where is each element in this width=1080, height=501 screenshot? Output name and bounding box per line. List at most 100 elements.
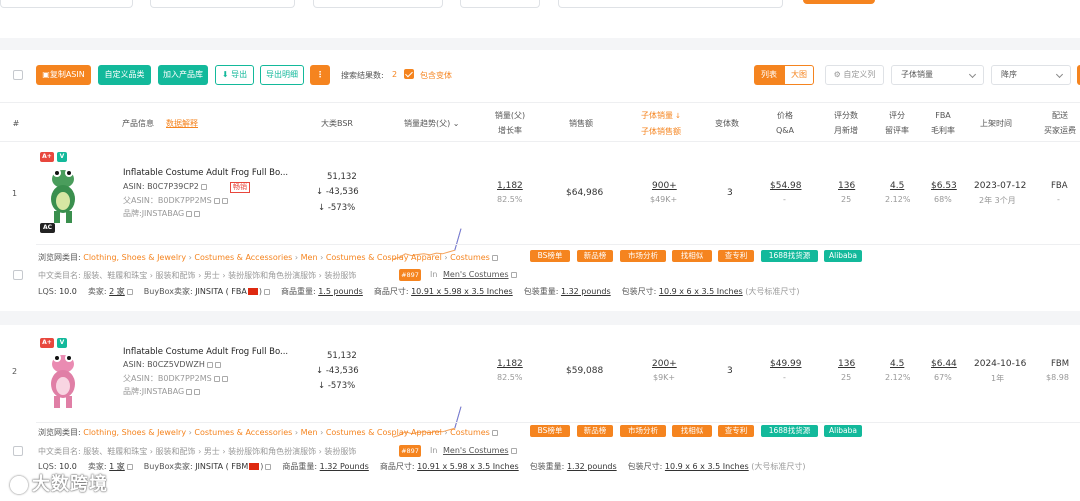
brand[interactable]: 品牌:JINSTABAG	[123, 208, 201, 219]
breadcrumb: Clothing, Shoes & Jewelry	[83, 428, 187, 437]
listed-date: 2024-10-16	[974, 359, 1027, 369]
rank-category[interactable]: Men's Costumes	[443, 446, 517, 455]
col-listed: 上架时间	[980, 119, 1012, 128]
add-to-library-button[interactable]: 加入产品库	[158, 65, 208, 85]
custom-category-button[interactable]: 自定义品类	[98, 65, 151, 85]
view-list-button[interactable]: 列表	[754, 65, 784, 85]
child-revenue: $49K+	[650, 195, 678, 204]
detail-line: LQS: 10.0 卖家: 2 家 BuyBox卖家: JINSITA ( FBA)…	[38, 287, 800, 296]
include-variants-checkbox[interactable]	[404, 69, 414, 79]
detail-line: LQS: 10.0 卖家: 1 家 BuyBox卖家: JINSITA ( FBM)…	[38, 462, 806, 471]
tag-bs-list[interactable]: BS榜单	[530, 250, 570, 262]
tag-alibaba[interactable]: Alibaba	[824, 250, 862, 262]
data-explain-link[interactable]: 数据解释	[166, 116, 198, 131]
sparkline-latest-segment	[454, 228, 462, 251]
tag-market-analysis[interactable]: 市场分析	[620, 250, 666, 262]
asin: ASIN: B0C7P39CP2	[123, 182, 207, 191]
col-sales-trend[interactable]: 销量趋势(父) ⌄	[404, 116, 460, 131]
tag-alibaba[interactable]: Alibaba	[824, 425, 862, 437]
sales-value[interactable]: 1,182	[497, 181, 523, 191]
col-index: #	[12, 119, 20, 128]
tag-new-list[interactable]: 新品榜	[577, 425, 613, 437]
revenue-value: $64,986	[566, 188, 604, 198]
more-button[interactable]: ⋮	[310, 65, 330, 85]
tag-patent[interactable]: 查专利	[718, 250, 754, 262]
rating[interactable]: 4.5	[890, 359, 904, 369]
tag-market-analysis[interactable]: 市场分析	[620, 425, 666, 437]
sort-field-select[interactable]: 子体销量	[891, 65, 984, 85]
filter-field-4[interactable]	[460, 0, 540, 8]
china-flag-icon	[247, 288, 258, 295]
tag-find-similar[interactable]: 找相似	[672, 425, 712, 437]
delivery: FBM	[1051, 359, 1070, 369]
filter-field-1[interactable]	[0, 0, 133, 8]
listed-age: 2年 3个月	[979, 196, 1016, 205]
review-count[interactable]: 136	[838, 181, 855, 191]
video-badge: V	[57, 152, 67, 162]
browse-category: 浏览网类目: Clothing, Shoes & Jewelry › Costu…	[38, 252, 498, 263]
copy-icon	[213, 375, 220, 382]
margin: 67%	[934, 373, 952, 382]
fba-fee[interactable]: $6.44	[931, 359, 957, 369]
copy-icon	[186, 388, 193, 395]
filter-field-3[interactable]	[313, 0, 443, 8]
col-child-sales[interactable]: 子体销量 ↓ 子体销售额	[636, 108, 686, 139]
bsr-percent: ↓ -573%	[318, 381, 356, 391]
review-count[interactable]: 136	[838, 359, 855, 369]
variant-count[interactable]: 3	[727, 188, 733, 198]
row-checkbox[interactable]	[13, 270, 23, 280]
external-link-icon	[194, 388, 201, 395]
rank-in: In	[430, 270, 438, 279]
tag-1688[interactable]: 1688找货源	[761, 425, 818, 437]
variant-count[interactable]: 3	[727, 366, 733, 376]
china-flag-icon	[249, 463, 260, 470]
browse-category: 浏览网类目: Clothing, Shoes & Jewelry › Costu…	[38, 427, 498, 438]
export-detail-button[interactable]: 导出明细	[260, 65, 304, 85]
sort-order-select[interactable]: 降序	[991, 65, 1071, 85]
select-all-checkbox[interactable]	[13, 70, 23, 80]
rating[interactable]: 4.5	[890, 181, 904, 191]
search-button[interactable]	[803, 0, 875, 4]
revenue-value: $59,088	[566, 366, 604, 376]
rank-category[interactable]: Men's Costumes	[443, 270, 517, 279]
video-badge: V	[57, 338, 67, 348]
view-grid-button[interactable]: 大图	[784, 65, 814, 85]
row-checkbox[interactable]	[13, 446, 23, 456]
tag-find-similar[interactable]: 找相似	[672, 250, 712, 262]
chevron-down-icon	[1055, 70, 1064, 79]
copy-icon	[200, 183, 207, 190]
tag-patent[interactable]: 查专利	[718, 425, 754, 437]
price[interactable]: $54.98	[770, 181, 802, 191]
tag-1688[interactable]: 1688找货源	[761, 250, 818, 262]
aplus-badge: A+	[40, 152, 54, 162]
copy-icon	[186, 210, 193, 217]
child-sales[interactable]: 200+	[652, 359, 677, 369]
shipping-fee: -	[1057, 195, 1060, 204]
price[interactable]: $49.99	[770, 359, 802, 369]
filter-field-2[interactable]	[150, 0, 295, 8]
copy-asin-button[interactable]: ▣复制ASIN	[36, 65, 91, 85]
review-rate: 2.12%	[885, 195, 911, 204]
product-image[interactable]	[45, 163, 81, 225]
child-sales[interactable]: 900+	[652, 181, 677, 191]
breadcrumb: Clothing, Shoes & Jewelry	[83, 253, 187, 262]
custom-columns-button[interactable]: ⚙ 自定义列	[825, 65, 884, 85]
tag-new-list[interactable]: 新品榜	[577, 250, 613, 262]
product-title[interactable]: Inflatable Costume Adult Frog Full Bo...	[123, 168, 288, 178]
export-button[interactable]: ⬇ 导出	[215, 65, 254, 85]
col-reviews: 评分数 月新增	[834, 111, 858, 135]
brand[interactable]: 品牌:JINSTABAG	[123, 386, 201, 397]
product-title[interactable]: Inflatable Costume Adult Frog Full Bo...	[123, 347, 288, 357]
tag-bs-list[interactable]: BS榜单	[530, 425, 570, 437]
page: ▣复制ASIN 自定义品类 加入产品库 ⬇ 导出 导出明细 ⋮ 搜索结果数: 2…	[0, 0, 1080, 501]
product-image[interactable]	[45, 348, 81, 410]
external-link-icon	[126, 463, 133, 470]
cn-category: 中文类目名: 服装、鞋履和珠宝 › 服装和配饰 › 男士 › 装扮服饰和角色扮演…	[38, 447, 357, 456]
fba-fee[interactable]: $6.53	[931, 181, 957, 191]
parent-asin: 父ASIN：B0DK7PP2MS	[123, 195, 228, 206]
filter-field-5[interactable]	[558, 0, 783, 8]
rank-badge: #897	[399, 269, 421, 281]
sales-value[interactable]: 1,182	[497, 359, 523, 369]
external-link-icon	[510, 271, 517, 278]
external-link-icon	[214, 361, 221, 368]
